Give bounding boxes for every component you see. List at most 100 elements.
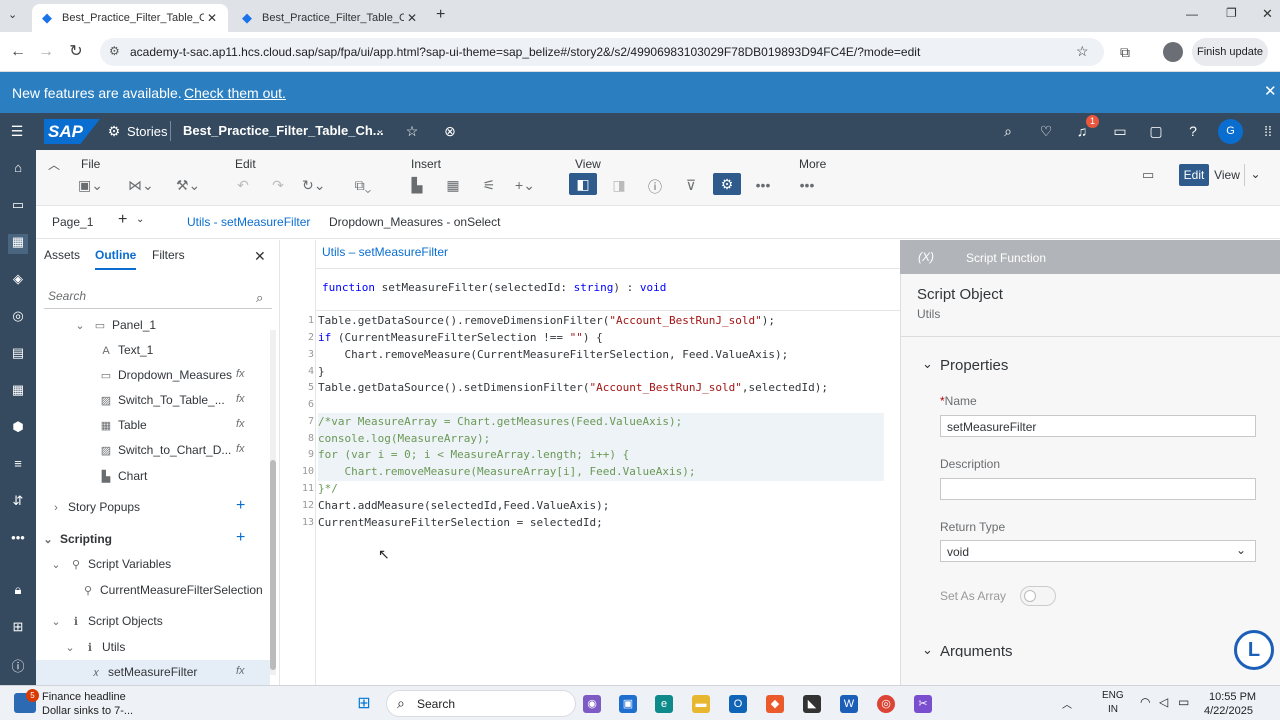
more-icon[interactable]: ••• [8, 530, 28, 550]
chevron-down-icon[interactable]: ⌄ [62, 641, 78, 654]
app-grid-icon[interactable]: ⁞⁞ [1258, 123, 1278, 139]
tree-item-dropdown[interactable]: ▭ Dropdown_Measures [98, 368, 232, 382]
tab-assets[interactable]: Assets [44, 248, 80, 262]
return-type-chevron-icon[interactable]: ⌄ [1236, 543, 1246, 557]
site-info-icon[interactable]: ⚙ [109, 44, 120, 58]
tree-item-utils[interactable]: ⌄ ℹ Utils [62, 640, 125, 654]
profile-avatar[interactable] [1163, 42, 1183, 62]
back-arrow-icon[interactable]: ← [6, 40, 30, 64]
chevron-down-icon[interactable]: ⌄ [48, 558, 64, 571]
return-type-select[interactable]: void [940, 540, 1256, 562]
data-management-icon[interactable]: ≡ [8, 456, 28, 476]
code-line-8[interactable]: console.log(MeasureArray); [318, 432, 490, 445]
connections-icon[interactable]: ⇵ [8, 493, 28, 513]
redo-icon[interactable]: ↷ [267, 177, 289, 194]
table-insert-icon[interactable]: ▦ [442, 177, 464, 194]
bookmark-star-icon[interactable]: ☆ [1076, 43, 1089, 60]
tree-item-setmeasurefilter[interactable]: 𝑥 setMeasureFilter [88, 665, 197, 680]
maximize-icon[interactable]: ❐ [1226, 6, 1237, 20]
copy-icon[interactable]: ⧉⌄ [352, 177, 374, 194]
datasets-icon[interactable]: ▦ [8, 382, 28, 402]
code-line-7[interactable]: /*var MeasureArray = Chart.getMeasures(F… [318, 415, 682, 428]
arguments-section-title[interactable]: Arguments [940, 643, 1060, 657]
info-icon[interactable]: ⓘ [8, 656, 28, 676]
app-icon[interactable]: ▣ [619, 695, 637, 713]
clock-time[interactable]: 10:55 PM [1209, 691, 1256, 703]
taskbar-search-box[interactable]: ⌕ Search [386, 690, 576, 717]
home-icon[interactable]: ⌂ [8, 160, 28, 180]
page-tab-page-1[interactable]: Page_1 [52, 215, 93, 229]
tree-item-story-popups[interactable]: › Story Popups [48, 500, 140, 514]
filter-icon[interactable]: ⊽ [680, 177, 702, 194]
forward-arrow-icon[interactable]: → [34, 40, 58, 64]
chevron-down-icon[interactable]: ⌄ [72, 319, 88, 332]
code-line-11[interactable]: }*/ [318, 482, 338, 495]
tree-item-script-objects[interactable]: ⌄ ℹ Script Objects [48, 614, 162, 628]
reload-icon[interactable]: ↻ [64, 40, 88, 64]
fx-script-icon[interactable]: fx [236, 393, 245, 405]
code-line-12[interactable]: Chart.addMeasure(selectedId,Feed.ValueAx… [318, 499, 609, 512]
chevron-down-icon[interactable]: ⌄ [370, 123, 390, 136]
sap-logo[interactable]: SAP [44, 119, 100, 144]
tree-item-panel[interactable]: ⌄ ▭ Panel_1 [72, 318, 156, 332]
save-icon[interactable]: ▣⌄ [78, 177, 103, 194]
close-panel-icon[interactable]: ✕ [254, 248, 266, 265]
volume-icon[interactable]: ◁ [1159, 695, 1168, 709]
search-icon[interactable]: ⌕ [256, 290, 263, 306]
refresh-icon[interactable]: ↻⌄ [302, 177, 325, 194]
properties-chevron-icon[interactable]: ⌄ [922, 356, 933, 372]
code-line-4[interactable]: } [318, 365, 325, 378]
feedback-icon[interactable]: ▭ [1110, 123, 1130, 140]
search-icon[interactable]: ⌕ [998, 123, 1018, 140]
more-dots-icon[interactable]: ••• [796, 177, 818, 193]
modeler-icon[interactable]: ▤ [8, 345, 28, 365]
info-panel-icon[interactable]: ⓘ [644, 177, 666, 197]
code-line-3[interactable]: Chart.removeMeasure(CurrentMeasureFilter… [318, 348, 788, 361]
language-label[interactable]: ENG [1102, 690, 1124, 701]
tree-item-script-variables[interactable]: ⌄ ⚲ Script Variables [48, 557, 171, 571]
analytic-app-icon[interactable]: ◈ [8, 271, 28, 291]
code-line-5[interactable]: Table.getDataSource().setDimensionFilter… [318, 381, 828, 394]
tree-item-switch-chart[interactable]: ▨ Switch_to_Chart_D... [98, 443, 232, 457]
code-line-9[interactable]: for (var i = 0; i < MeasureArray.length;… [318, 448, 629, 461]
stories-link[interactable]: Stories [127, 124, 167, 139]
security-lock-icon[interactable]: 🔒︎ [8, 582, 28, 602]
banner-close-icon[interactable]: ✕ [1264, 82, 1277, 100]
input-control-icon[interactable]: ⚟ [478, 177, 500, 194]
minimize-icon[interactable]: — [1186, 7, 1198, 21]
add-page-plus-icon[interactable]: + [118, 211, 127, 229]
chart-insert-icon[interactable]: ▙ [406, 177, 428, 194]
device-preview-icon[interactable]: ▭ [1142, 167, 1154, 183]
name-field[interactable]: setMeasureFilter [940, 415, 1256, 437]
copilot-icon[interactable]: ◉ [583, 695, 601, 713]
browser-tab[interactable]: ◆ Best_Practice_Filter_Table_Chart ✕ [232, 4, 428, 32]
view-mode-button[interactable]: View [1210, 164, 1244, 186]
omnibox[interactable]: ⚙ academy-t-sac.ap11.hcs.cloud.sap/sap/f… [100, 38, 1104, 66]
stories-nav-icon[interactable]: ▦ [8, 234, 28, 254]
lightbulb-icon[interactable]: ♡ [1036, 123, 1056, 140]
share-icon[interactable]: ⋈⌄ [128, 177, 154, 194]
new-tab-plus-icon[interactable]: + [436, 6, 445, 24]
properties-section-title[interactable]: Properties [940, 357, 1008, 374]
news-title[interactable]: Finance headline [42, 691, 126, 703]
windows-start-icon[interactable]: ⊞ [354, 694, 374, 714]
chat-icon[interactable]: ▢ [1146, 123, 1166, 140]
fx-script-icon[interactable]: fx [236, 443, 245, 455]
deployment-icon[interactable]: ⊞ [8, 619, 28, 639]
close-tab-icon[interactable]: ✕ [204, 11, 220, 25]
edge-browser-icon[interactable]: e [655, 695, 673, 713]
help-icon[interactable]: ? [1183, 123, 1203, 139]
fx-script-icon[interactable]: fx [236, 665, 245, 677]
menu-hamburger-icon[interactable]: ☰ [7, 123, 27, 140]
set-as-array-toggle[interactable] [1020, 586, 1056, 606]
close-story-icon[interactable]: ⊗ [440, 123, 460, 140]
tools-icon[interactable]: ⚒⌄ [176, 177, 200, 194]
mode-chevron-down-icon[interactable]: ⌄ [1244, 164, 1266, 186]
fx-script-icon[interactable]: fx [236, 368, 245, 380]
tree-item-current-var[interactable]: ⚲ CurrentMeasureFilterSelection [80, 583, 263, 597]
edit-mode-button[interactable]: Edit [1179, 164, 1209, 186]
outline-search-input[interactable]: Search [44, 285, 272, 309]
add-script-plus-icon[interactable]: + [236, 529, 245, 547]
word-icon[interactable]: W [840, 695, 858, 713]
user-avatar[interactable]: G [1218, 119, 1243, 144]
